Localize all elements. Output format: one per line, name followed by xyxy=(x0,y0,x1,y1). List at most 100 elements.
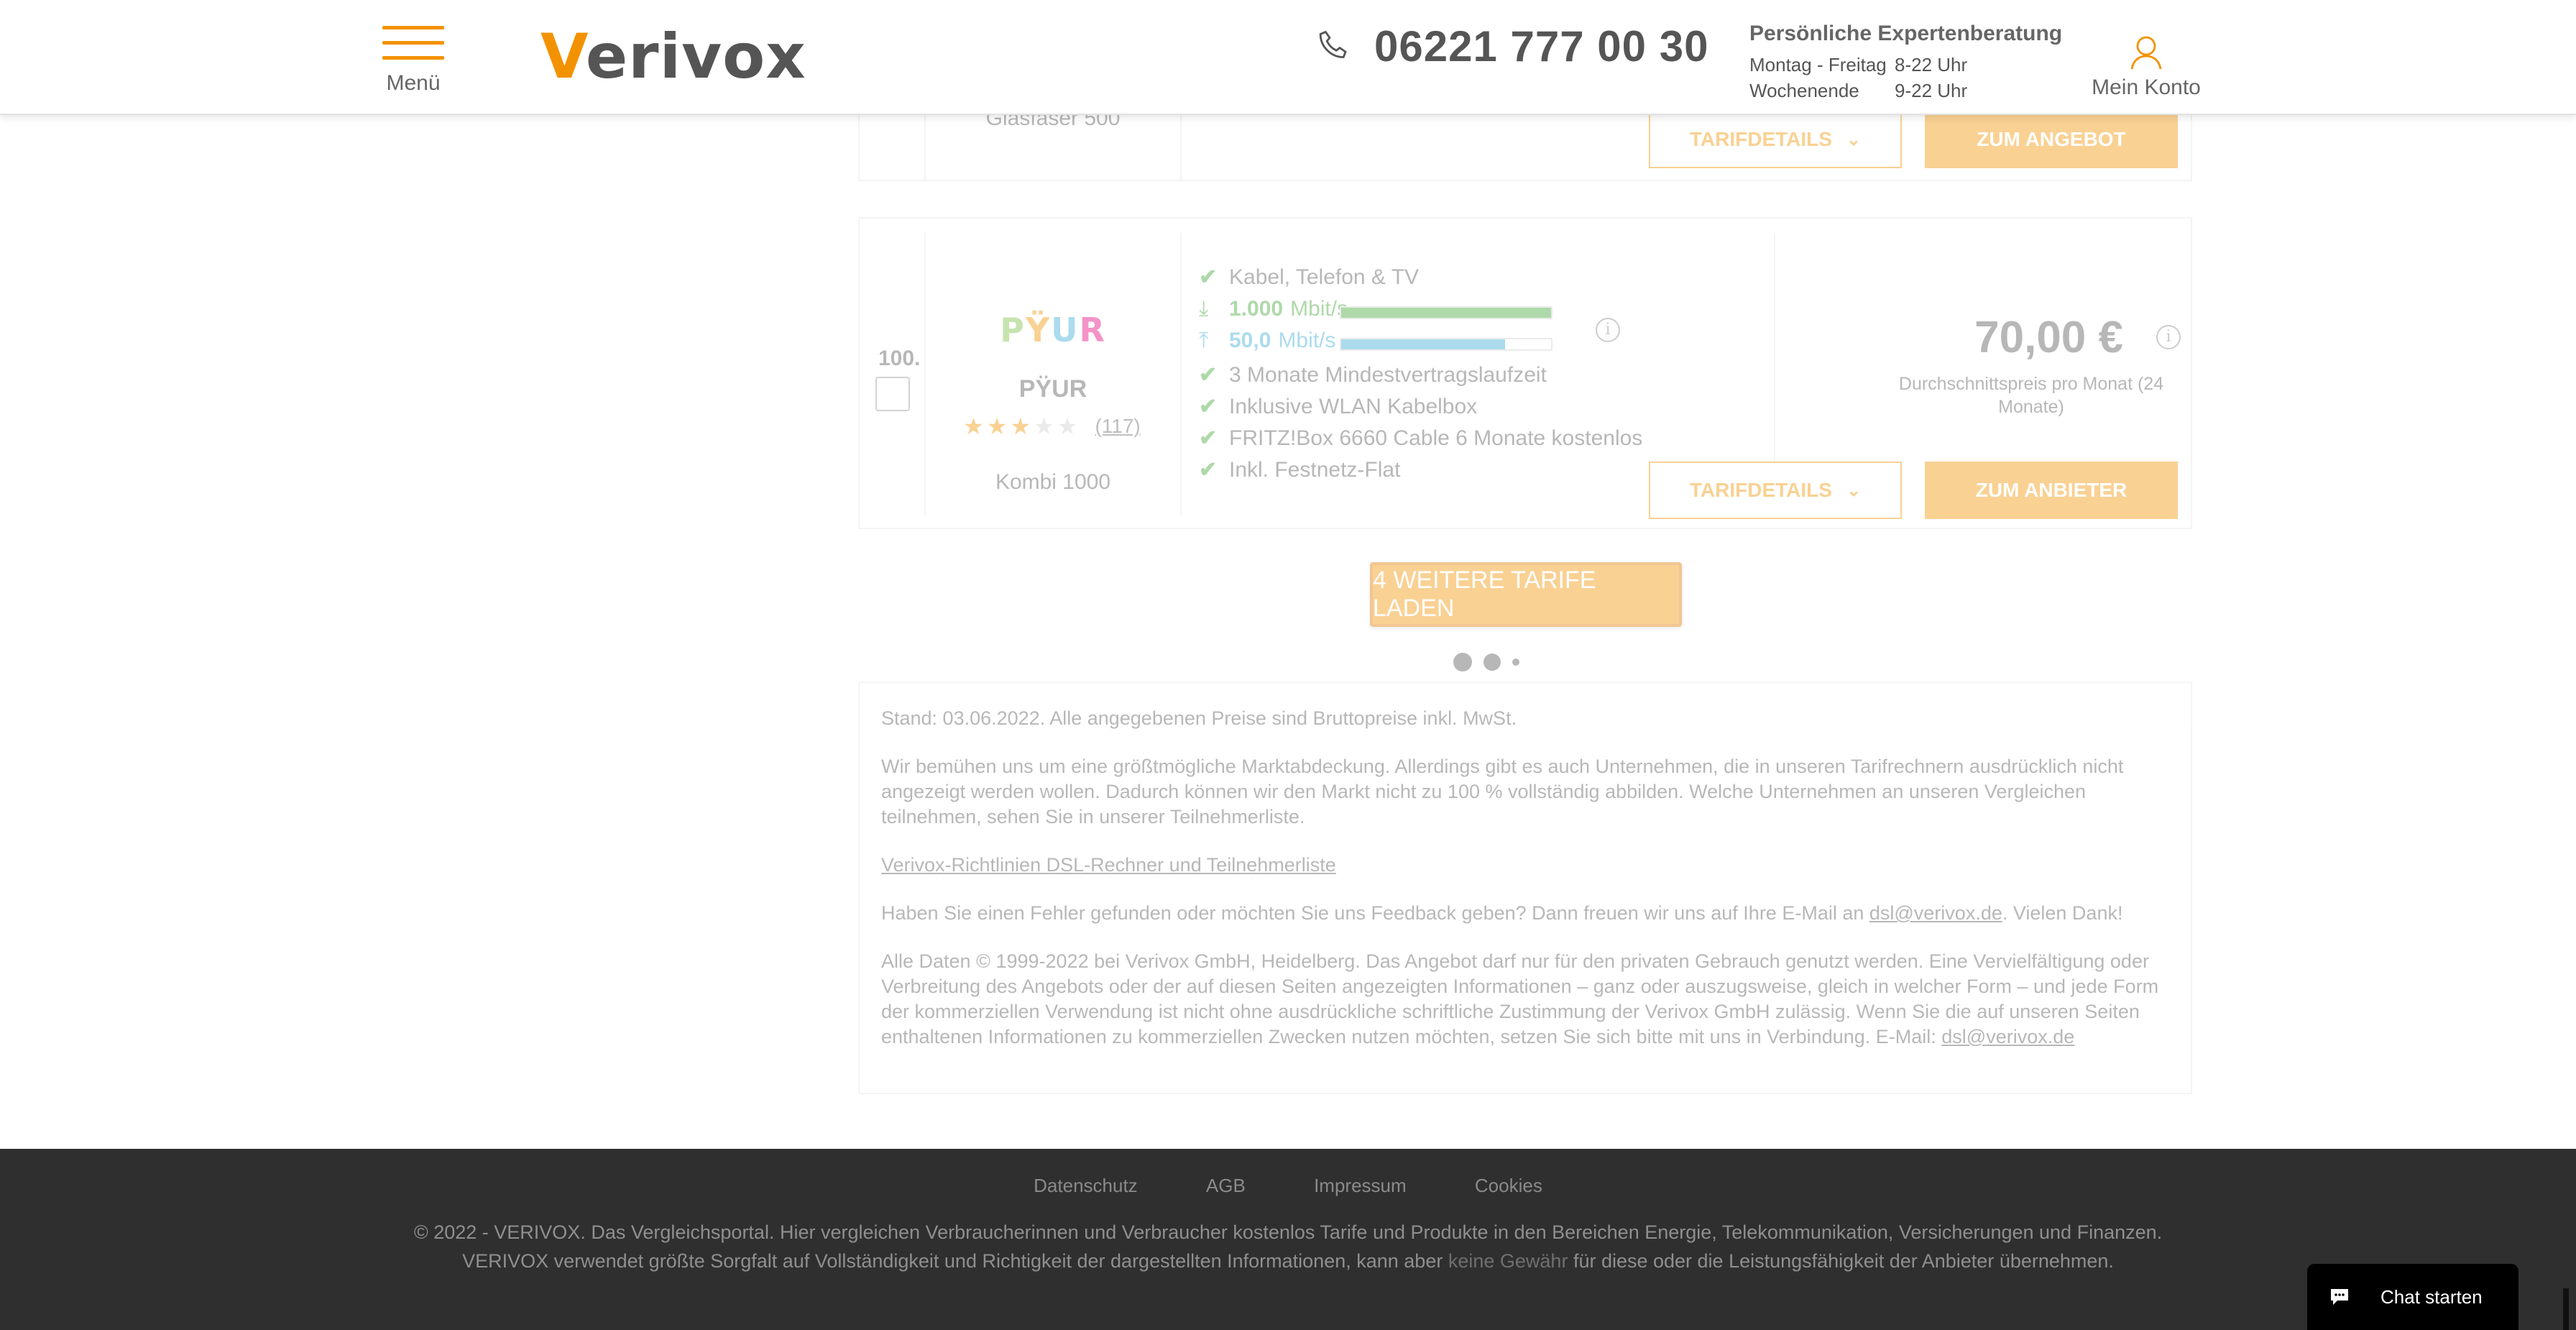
loading-dot xyxy=(1453,653,1472,671)
star-icon: ★ xyxy=(986,413,1008,439)
load-more-button[interactable]: 4 WEITERE TARIFE LADEN xyxy=(1370,562,1682,627)
hamburger-icon xyxy=(382,56,444,60)
account-button[interactable]: Mein Konto xyxy=(2089,35,2204,100)
chat-label: Chat starten xyxy=(2380,1285,2483,1308)
menu-button[interactable]: Menü xyxy=(381,26,446,96)
chevron-down-icon: ⌄ xyxy=(1846,129,1862,150)
star-rating: ★ ★ ★ ★ ★ (117) xyxy=(963,413,1141,440)
compare-checkbox[interactable] xyxy=(875,377,910,411)
upload-speed: ⤒ 50,0 Mbit/s xyxy=(1199,329,1335,353)
legal-notes: Stand: 03.06.2022. Alle angegebenen Prei… xyxy=(858,682,2192,1094)
tariff-details-button[interactable]: TARIFDETAILS ⌄ xyxy=(1649,111,1902,168)
rank-number: 100. xyxy=(878,347,921,370)
check-icon: ✔ xyxy=(1199,458,1218,482)
star-icon: ★ xyxy=(963,413,984,439)
upload-bar xyxy=(1340,338,1552,351)
feature-item: ✔ Kabel, Telefon & TV xyxy=(1199,265,1419,290)
star-empty-icon: ★ xyxy=(1034,413,1054,439)
chevron-down-icon: ⌄ xyxy=(1846,480,1862,500)
feature-item: ✔ 3 Monate Mindestvertragslaufzeit xyxy=(1199,362,1547,387)
offer-label: ZUM ANBIETER xyxy=(1975,479,2128,501)
loading-dot xyxy=(1512,659,1519,666)
check-icon: ✔ xyxy=(1199,363,1218,387)
phone-hotline[interactable]: 06221 777 00 30 xyxy=(1315,22,1708,71)
site-header: Menü Verivox 06221 777 00 30 Persönliche… xyxy=(0,0,2576,115)
logo-v-letter: V xyxy=(540,21,586,93)
feature-text: FRITZ!Box 6660 Cable 6 Monate kostenlos xyxy=(1229,426,1643,450)
footer-link-datenschutz[interactable]: Datenschutz xyxy=(1034,1175,1138,1196)
guidelines-link[interactable]: Verivox-Richtlinien DSL-Rechner und Teil… xyxy=(881,854,1336,876)
chat-start-button[interactable]: Chat starten xyxy=(2307,1264,2518,1330)
feature-text: Inklusive WLAN Kabelbox xyxy=(1229,394,1478,418)
hours-days: Montag - Freitag xyxy=(1749,54,1887,75)
chat-icon xyxy=(2331,1289,2348,1305)
scrollbar-thumb[interactable] xyxy=(2563,1288,2569,1330)
footer-disclaimer: © 2022 - VERIVOX. Das Vergleichsportal. … xyxy=(374,1218,2202,1275)
footer-text-end: für diese oder die Leistungsfähigkeit de… xyxy=(1568,1250,2114,1272)
offer-label: ZUM ANGEBOT xyxy=(1977,128,2126,150)
tariff-name: Kombi 1000 xyxy=(995,470,1111,494)
footer-link-cookies[interactable]: Cookies xyxy=(1475,1175,1542,1196)
to-provider-button[interactable]: ZUM ANBIETER xyxy=(1925,462,2178,519)
phone-icon xyxy=(1319,30,1347,58)
provider-name: PŸUR xyxy=(1018,375,1087,403)
user-icon xyxy=(2130,36,2162,70)
download-value: 1.000 xyxy=(1229,297,1284,321)
feedback-email-link[interactable]: dsl@verivox.de xyxy=(1869,902,2002,924)
feature-text: Kabel, Telefon & TV xyxy=(1229,265,1420,289)
download-icon: ⤓ xyxy=(1199,297,1209,321)
download-speed: ⤓ 1.000 Mbit/s xyxy=(1199,297,1348,321)
tariff-card: 100. PŸUR PŸUR ★ ★ ★ ★ ★ (117) Kombi 100… xyxy=(858,217,2192,529)
logo-wordmark: Verivox xyxy=(540,26,806,88)
provider-logo: PŸUR xyxy=(1000,311,1106,349)
upload-icon: ⤒ xyxy=(1199,329,1209,352)
consult-title: Persönliche Expertenberatung xyxy=(1749,22,2063,45)
download-bar-fill xyxy=(1341,308,1551,318)
details-label: TARIFDETAILS xyxy=(1689,128,1832,150)
note-stand: Stand: 03.06.2022. Alle angegebenen Prei… xyxy=(881,707,1517,729)
rating-count-link[interactable]: (117) xyxy=(1095,415,1140,438)
to-offer-button[interactable]: ZUM ANGEBOT xyxy=(1925,111,2178,168)
verivox-logo[interactable]: Verivox xyxy=(540,24,806,89)
note-feedback: Haben Sie einen Fehler gefunden oder möc… xyxy=(881,901,2169,926)
footer-link-agb[interactable]: AGB xyxy=(1206,1175,1246,1196)
hours-row: Wochenende 9-22 Uhr xyxy=(1749,78,2066,104)
upload-value: 50,0 xyxy=(1229,329,1271,352)
loading-indicator xyxy=(1453,653,1531,671)
upload-unit: Mbit/s xyxy=(1278,329,1336,352)
price-note: Durchschnittspreis pro Monat (24 Monate) xyxy=(1898,374,2164,417)
hamburger-icon xyxy=(382,26,444,29)
site-footer: Datenschutz AGB Impressum Cookies © 2022… xyxy=(0,1149,2576,1330)
note-guidelines: Verivox-Richtlinien DSL-Rechner und Teil… xyxy=(881,853,2169,878)
copyright-email-link[interactable]: dsl@verivox.de xyxy=(1941,1026,2074,1047)
load-more-label: 4 WEITERE TARIFE LADEN xyxy=(1373,567,1596,622)
hours-time: 8-22 Uhr xyxy=(1895,54,1968,75)
loading-dot xyxy=(1484,653,1501,671)
expert-consultation: Persönliche Expertenberatung Montag - Fr… xyxy=(1749,22,2066,104)
note-copyright: Alle Daten © 1999-2022 bei Verivox GmbH,… xyxy=(881,949,2169,1050)
check-icon: ✔ xyxy=(1199,265,1218,289)
results-content: Glasfaser 500 TARIFDETAILS ⌄ ZUM ANGEBOT … xyxy=(0,0,2576,1149)
feature-text: 3 Monate Mindestvertragslaufzeit xyxy=(1229,362,1547,387)
footer-link-impressum[interactable]: Impressum xyxy=(1314,1175,1407,1196)
monthly-price: 70,00 € xyxy=(1974,313,2123,362)
account-label: Mein Konto xyxy=(2092,75,2201,99)
check-icon: ✔ xyxy=(1199,426,1218,450)
price-info-icon[interactable]: i xyxy=(2156,325,2181,349)
menu-label: Menü xyxy=(386,71,441,95)
hours-days: Wochenende xyxy=(1749,80,1859,101)
check-icon: ✔ xyxy=(1199,395,1218,418)
star-icon: ★ xyxy=(1010,413,1031,439)
hamburger-icon xyxy=(382,41,444,45)
hours-row: Montag - Freitag 8-22 Uhr xyxy=(1749,52,2066,78)
info-icon[interactable]: i xyxy=(1596,318,1620,342)
logo-text: erivox xyxy=(585,21,806,93)
feedback-text-end: . Vielen Dank! xyxy=(2002,902,2123,924)
details-label: TARIFDETAILS xyxy=(1689,479,1832,501)
feature-item: ✔ FRITZ!Box 6660 Cable 6 Monate kostenlos xyxy=(1199,426,1642,451)
warranty-link[interactable]: keine Gewähr xyxy=(1448,1250,1568,1272)
phone-number: 06221 777 00 30 xyxy=(1374,22,1709,70)
tariff-details-button[interactable]: TARIFDETAILS ⌄ xyxy=(1649,462,1902,519)
rank-column: 100. xyxy=(860,233,926,516)
hours-time: 9-22 Uhr xyxy=(1895,80,1968,101)
